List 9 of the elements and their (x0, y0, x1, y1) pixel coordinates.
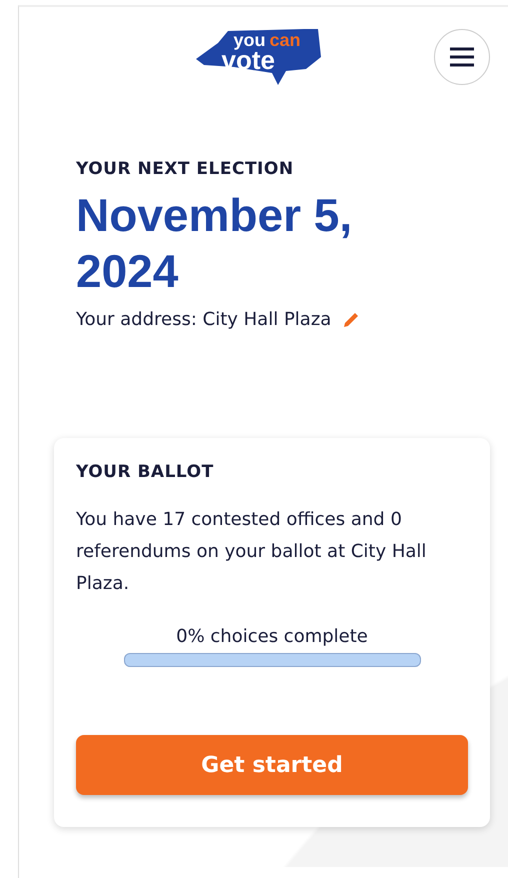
address-text: Your address: City Hall Plaza (76, 309, 332, 330)
election-date: November 5, 2024 (76, 188, 354, 299)
logo-text: you (234, 31, 266, 49)
card-heading: YOUR BALLOT (76, 462, 215, 482)
progress-label: 0% choices complete (176, 626, 368, 647)
section-heading: YOUR NEXT ELECTION (76, 159, 295, 179)
get-started-button[interactable]: Get started (76, 735, 468, 795)
ballot-description: You have 17 contested offices and 0 referendums on your ballot at City Hall Plaza. (76, 508, 428, 596)
menu-icon (448, 47, 476, 67)
